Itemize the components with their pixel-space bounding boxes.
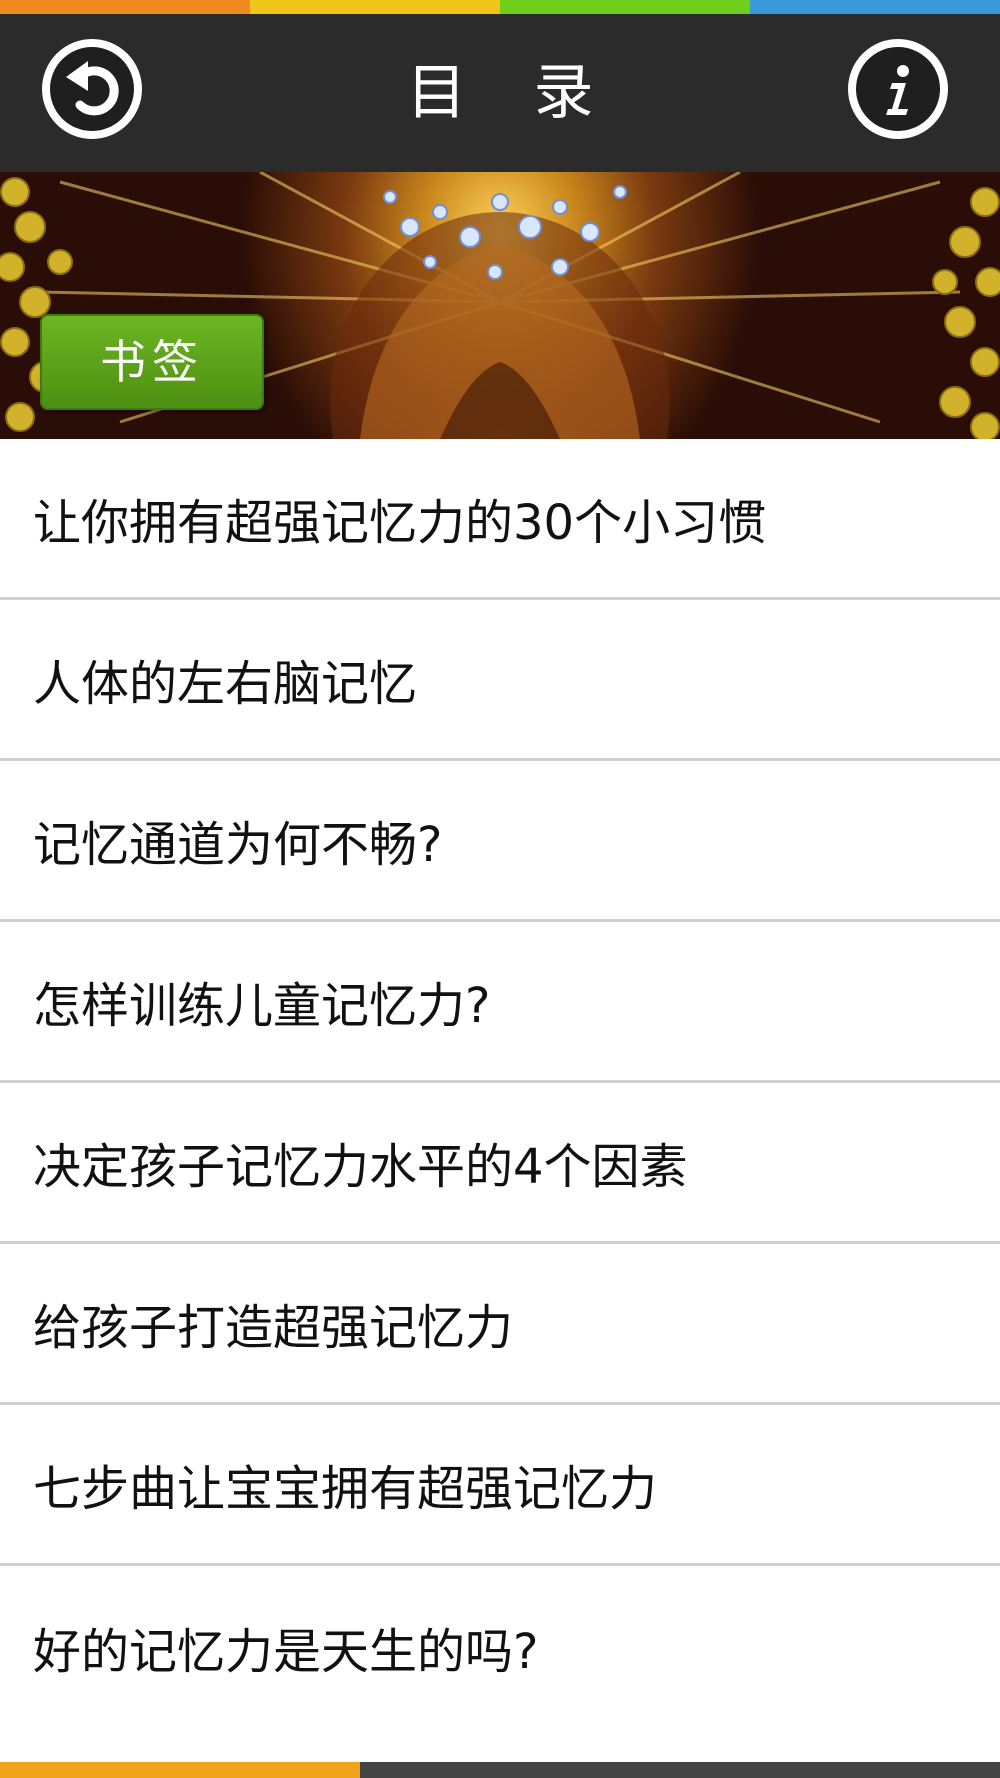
list-item[interactable]: 记忆通道为何不畅? xyxy=(0,761,1000,922)
stripe-orange xyxy=(0,0,250,14)
stripe-dark xyxy=(360,1762,1000,1778)
list-item[interactable]: 七步曲让宝宝拥有超强记忆力 xyxy=(0,1405,1000,1566)
stripe-orange xyxy=(0,1762,360,1778)
list-item[interactable]: 给孩子打造超强记忆力 xyxy=(0,1244,1000,1405)
top-color-stripe xyxy=(0,0,1000,14)
list-item[interactable]: 决定孩子记忆力水平的4个因素 xyxy=(0,1083,1000,1244)
stripe-yellow xyxy=(250,0,500,14)
stripe-blue xyxy=(750,0,1000,14)
list-item[interactable]: 好的记忆力是天生的吗? xyxy=(0,1566,1000,1727)
list-item[interactable]: 人体的左右脑记忆 xyxy=(0,600,1000,761)
stripe-green xyxy=(500,0,750,14)
info-icon xyxy=(886,65,909,115)
list-item[interactable]: 让你拥有超强记忆力的30个小习惯 xyxy=(0,439,1000,600)
info-button[interactable] xyxy=(848,39,948,139)
bottom-color-stripe xyxy=(0,1762,1000,1778)
bookmark-button[interactable]: 书签 xyxy=(40,314,264,410)
list-item[interactable]: 怎样训练儿童记忆力? xyxy=(0,922,1000,1083)
chapter-list: 让你拥有超强记忆力的30个小习惯 人体的左右脑记忆 记忆通道为何不畅? 怎样训练… xyxy=(0,439,1000,1727)
navigation-bar: 目 录 xyxy=(0,14,1000,172)
